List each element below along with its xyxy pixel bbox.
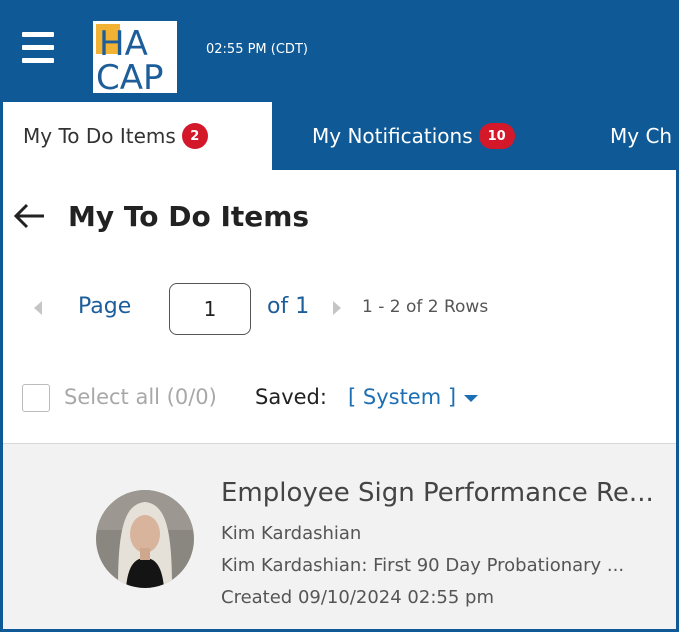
rows-count-label: 1 - 2 of 2 Rows	[362, 297, 489, 317]
pagination: Page of 1 1 - 2 of 2 Rows	[0, 282, 679, 335]
saved-view-dropdown[interactable]: [ System ]	[348, 385, 479, 409]
item-title[interactable]: Employee Sign Performance Re...	[221, 478, 673, 508]
back-arrow-icon[interactable]	[12, 201, 46, 231]
prev-page-icon[interactable]	[34, 301, 42, 315]
todo-count-badge: 2	[181, 123, 208, 149]
item-employee-name: Kim Kardashian	[221, 523, 362, 544]
tab-label: My Ch	[610, 124, 673, 148]
avatar	[96, 490, 194, 588]
select-all-checkbox[interactable]	[22, 384, 50, 412]
app-header: HA CAP 02:55 PM (CDT)	[0, 0, 679, 102]
chevron-down-icon	[464, 394, 479, 402]
select-all-label: Select all (0/0)	[64, 385, 217, 409]
tab-label: My Notifications	[312, 124, 473, 148]
tab-my-to-do-items[interactable]: My To Do Items 2	[3, 102, 272, 170]
hamburger-menu-icon[interactable]	[22, 32, 54, 66]
item-description: Kim Kardashian: First 90 Day Probationar…	[221, 555, 625, 576]
tab-my-ch[interactable]: My Ch	[610, 102, 672, 170]
selection-toolbar: Select all (0/0) Saved: [ System ]	[0, 378, 679, 418]
tab-bar: My To Do Items 2 My Notifications 10 My …	[0, 102, 679, 170]
notifications-count-badge: 10	[478, 123, 515, 149]
next-page-icon[interactable]	[333, 301, 341, 315]
logo-text-bottom: CAP	[96, 58, 164, 93]
tab-label: My To Do Items	[23, 124, 176, 148]
page-label: Page	[78, 294, 132, 319]
tab-my-notifications[interactable]: My Notifications 10	[312, 102, 515, 170]
page-title: My To Do Items	[68, 199, 310, 233]
page-title-row: My To Do Items	[12, 196, 309, 236]
item-created-date: Created 09/10/2024 02:55 pm	[221, 587, 494, 608]
saved-view-value: [ System ]	[348, 385, 457, 409]
current-time: 02:55 PM (CDT)	[206, 42, 308, 57]
page-number-input[interactable]	[169, 283, 251, 335]
saved-label: Saved:	[255, 385, 327, 409]
company-logo[interactable]: HA CAP	[93, 21, 177, 93]
todo-list: Employee Sign Performance Re... Kim Kard…	[3, 443, 676, 629]
total-pages-label: of 1	[267, 294, 310, 319]
